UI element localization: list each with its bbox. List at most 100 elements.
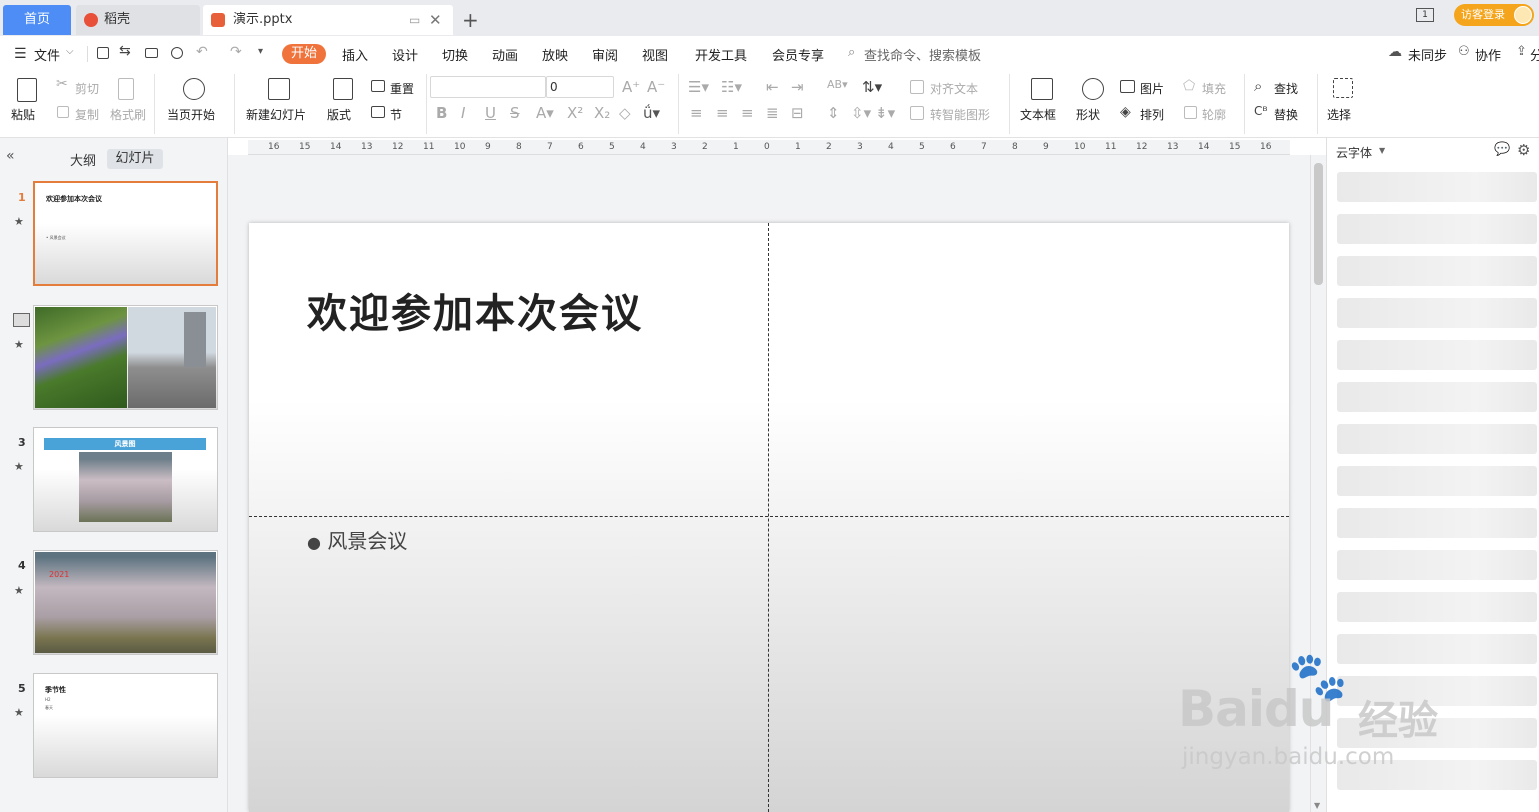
align-center-icon[interactable]: ≡ [716,104,729,122]
font-list-item[interactable] [1337,466,1537,496]
reset-icon[interactable] [371,80,385,92]
slide-thumbnail-4[interactable]: 2021 [33,550,218,655]
print-icon[interactable] [145,48,158,58]
grow-font-icon[interactable]: A⁺ [622,78,640,96]
font-list-item[interactable] [1337,550,1537,580]
find-button[interactable]: 查找 [1274,80,1298,97]
tab-slides[interactable]: 幻灯片 [107,149,163,169]
font-size-combo[interactable]: 0 [546,76,614,98]
sync-status[interactable]: 未同步 [1408,45,1447,64]
smartart-button[interactable]: 转智能图形 [930,106,990,123]
slide-title[interactable]: 欢迎参加本次会议 [307,281,643,339]
tab-docer[interactable]: 稻壳 [76,5,200,35]
arrange-icon[interactable]: ◈ [1120,104,1131,120]
shrink-font-icon[interactable]: A⁻ [647,78,665,96]
menu-member[interactable]: 会员专享 [772,45,824,64]
slide-thumbnail-5[interactable]: 季节性 H2 春天 [33,673,218,778]
slide-thumbnail-3[interactable]: 风景图 [33,427,218,532]
eraser-icon[interactable]: ◇ [619,104,631,122]
collapse-panel-icon[interactable]: « [6,148,15,164]
replace-icon[interactable]: Cᴮ [1254,104,1268,118]
menu-design[interactable]: 设计 [392,45,418,64]
textbox-icon[interactable] [1031,78,1053,100]
menu-file[interactable]: 文件 [34,45,60,64]
menu-transition[interactable]: 切换 [442,45,468,64]
more-icon[interactable]: ▾ [258,46,263,57]
textbox-button[interactable]: 文本框 [1020,106,1056,123]
reset-button[interactable]: 重置 [390,80,414,97]
export-icon[interactable]: ⇆ [119,43,131,59]
font-list-item[interactable] [1337,382,1537,412]
font-list-item[interactable] [1337,172,1537,202]
font-list-item[interactable] [1337,508,1537,538]
hamburger-icon[interactable]: ☰ [14,46,27,62]
distribute-icon[interactable]: ⊟ [791,104,804,122]
menu-view[interactable]: 视图 [642,45,668,64]
feedback-icon[interactable]: 💬 [1494,142,1510,157]
decrease-indent-icon[interactable]: ⇤ [766,78,779,96]
save-icon[interactable] [97,47,109,59]
italic-icon[interactable]: I [461,104,465,122]
align-right-icon[interactable]: ≡ [741,104,754,122]
select-icon[interactable] [1333,78,1353,98]
paste-button[interactable]: 粘贴 [11,106,35,123]
section-icon[interactable] [371,106,385,118]
phonetic-icon[interactable]: ǘ▾ [643,104,660,122]
collab-button[interactable]: 协作 [1475,45,1501,64]
tab-outline[interactable]: 大纲 [70,150,96,169]
bullets-icon[interactable]: ☰▾ [688,78,709,96]
slide-bullet[interactable]: ● 风景会议 [307,525,407,554]
slide-thumbnail-2[interactable] [33,305,218,410]
font-list-item[interactable] [1337,592,1537,622]
new-slide-button[interactable]: 新建幻灯片 [246,106,306,123]
align-left-icon[interactable]: ≡ [690,104,703,122]
find-icon[interactable]: ⌕ [1254,77,1262,95]
increase-indent-icon[interactable]: ⇥ [791,78,804,96]
font-list-item[interactable] [1337,340,1537,370]
fill-button[interactable]: 填充 [1202,80,1226,97]
menu-slideshow[interactable]: 放映 [542,45,568,64]
monitor-icon[interactable]: ▭ [409,5,420,35]
spacing-after-icon[interactable]: ⇳▾ [851,104,871,122]
layout-button[interactable]: 版式 [327,106,351,123]
search-commands[interactable]: 查找命令、搜索模板 [864,45,981,64]
replace-button[interactable]: 替换 [1274,106,1298,123]
redo-icon[interactable]: ↷ [230,44,242,60]
picture-icon[interactable] [1120,80,1135,93]
columns-icon[interactable]: ⇟▾ [875,104,895,122]
layout-icon[interactable] [333,78,353,100]
select-button[interactable]: 选择 [1327,106,1351,123]
guest-login-button[interactable]: 访客登录 [1454,4,1534,26]
scroll-down-icon[interactable]: ▼ [1314,801,1320,810]
menu-review[interactable]: 审阅 [592,45,618,64]
text-direction-icon[interactable]: AB▾ [827,78,848,91]
picture-button[interactable]: 图片 [1140,80,1164,97]
numbering-icon[interactable]: ☷▾ [721,78,742,96]
tab-document[interactable]: 演示.pptx ▭ ✕ [203,5,453,35]
subscript-icon[interactable]: X₂ [594,104,610,122]
slide-thumbnail-1[interactable]: 欢迎参加本次会议 • 风景会议 [33,181,218,286]
slide-canvas[interactable]: 欢迎参加本次会议 ● 风景会议 [249,223,1289,812]
menu-home-active[interactable]: 开始 [282,44,326,64]
play-from-current-button[interactable]: 当页开始 [167,106,215,123]
font-list-item[interactable] [1337,214,1537,244]
close-tab-icon[interactable]: ✕ [429,5,442,35]
horizontal-ruler[interactable]: 16 15 14 13 12 11 10 9 8 7 6 5 4 3 2 1 0 1 2 3 4 5 6 7 8 9 10 11 12 1… [248,140,1290,155]
menu-insert[interactable]: 插入 [342,45,368,64]
line-spacing-icon[interactable]: ⇅▾ [862,78,882,96]
arrange-button[interactable]: 排列 [1140,106,1164,123]
menu-animation[interactable]: 动画 [492,45,518,64]
copy-button[interactable]: 复制 [75,106,99,123]
gear-icon[interactable]: ⚙ [1517,141,1530,159]
share-button[interactable]: 分 [1530,45,1539,64]
fill-icon[interactable]: ⬠ [1183,78,1195,94]
strikethrough-icon[interactable]: S [510,104,520,122]
scrollbar-thumb[interactable] [1314,163,1323,285]
print-preview-icon[interactable] [171,47,183,59]
shape-button[interactable]: 形状 [1076,106,1100,123]
cloud-font-dropdown[interactable]: 云字体 [1336,144,1372,161]
new-tab-icon[interactable]: + [462,8,479,32]
font-family-combo[interactable] [430,76,546,98]
play-icon[interactable] [183,78,205,100]
bold-icon[interactable]: B [436,104,447,122]
